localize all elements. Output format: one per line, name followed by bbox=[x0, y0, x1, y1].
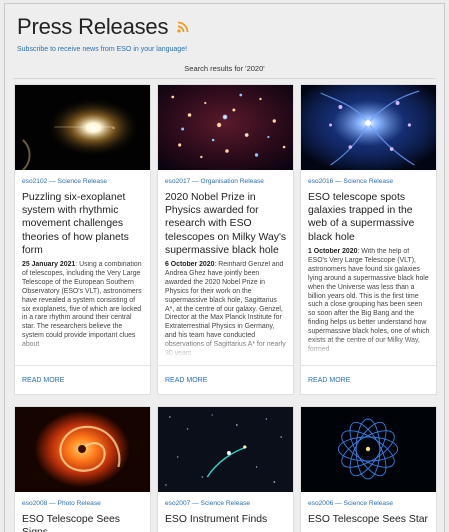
release-card[interactable]: eso2007 — Science Release ESO Instrument… bbox=[157, 406, 294, 532]
excerpt-fade bbox=[158, 337, 293, 359]
page-title: Press Releases bbox=[17, 14, 169, 39]
release-thumbnail[interactable] bbox=[15, 407, 150, 492]
release-title[interactable]: ESO Telescope Sees Signs bbox=[22, 513, 144, 532]
card-separator bbox=[301, 365, 436, 366]
release-title[interactable]: 2020 Nobel Prize in Physics awarded for … bbox=[165, 191, 287, 257]
card-separator bbox=[15, 365, 150, 366]
release-card[interactable]: eso2006 — Science Release ESO Telescope … bbox=[300, 406, 437, 532]
read-more-link[interactable]: READ MORE bbox=[165, 377, 207, 384]
release-thumbnail[interactable] bbox=[301, 85, 436, 170]
release-title[interactable]: ESO Instrument Finds bbox=[165, 513, 287, 526]
release-title[interactable]: Puzzling six-exoplanet system with rhyth… bbox=[22, 191, 144, 257]
read-more-link[interactable]: READ MORE bbox=[308, 377, 350, 384]
release-meta: eso2016 — Science Release bbox=[308, 178, 394, 185]
release-card[interactable]: eso2016 — Science Release ESO telescope … bbox=[300, 84, 437, 395]
release-thumbnail[interactable] bbox=[158, 85, 293, 170]
release-meta: eso2007 — Science Release bbox=[165, 500, 251, 507]
rss-icon[interactable] bbox=[177, 21, 189, 33]
page-header: Press Releases bbox=[17, 14, 189, 40]
subscribe-link[interactable]: Subscribe to receive news from ESO in yo… bbox=[17, 46, 187, 53]
page-frame: Press Releases Subscribe to receive news… bbox=[4, 3, 445, 532]
release-date: 1 October 2020 bbox=[308, 248, 358, 255]
excerpt-fade bbox=[301, 337, 436, 359]
release-card[interactable]: eso2017 — Organisation Release 2020 Nobe… bbox=[157, 84, 294, 395]
search-results-label: Search results for '2020' bbox=[184, 64, 265, 73]
card-separator bbox=[158, 365, 293, 366]
release-meta: eso2017 — Organisation Release bbox=[165, 178, 264, 185]
release-meta: eso2102 — Science Release bbox=[22, 178, 108, 185]
release-thumbnail[interactable] bbox=[15, 85, 150, 170]
excerpt-fade bbox=[15, 337, 150, 359]
release-date: 6 October 2020 bbox=[165, 261, 215, 268]
release-excerpt-text: Using a combination of telescopes, inclu… bbox=[22, 261, 142, 348]
divider bbox=[13, 78, 436, 79]
release-title[interactable]: ESO Telescope Sees Star bbox=[308, 513, 430, 526]
release-thumbnail[interactable] bbox=[301, 407, 436, 492]
release-date: 25 January 2021 bbox=[22, 261, 76, 268]
release-meta: eso2008 — Photo Release bbox=[22, 500, 101, 507]
release-card[interactable]: eso2008 — Photo Release ESO Telescope Se… bbox=[14, 406, 151, 532]
read-more-link[interactable]: READ MORE bbox=[22, 377, 64, 384]
release-meta: eso2006 — Science Release bbox=[308, 500, 394, 507]
release-title[interactable]: ESO telescope spots galaxies trapped in … bbox=[308, 191, 430, 244]
release-card[interactable]: eso2102 — Science Release Puzzling six-e… bbox=[14, 84, 151, 395]
release-thumbnail[interactable] bbox=[158, 407, 293, 492]
